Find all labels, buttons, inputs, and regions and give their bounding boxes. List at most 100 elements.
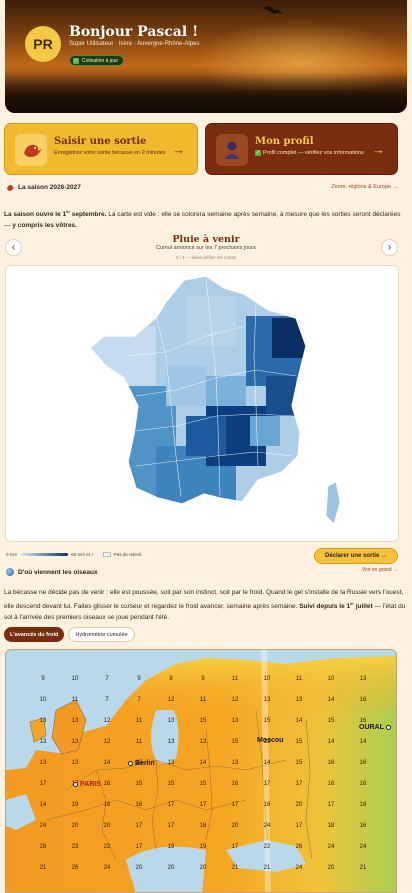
temperature-value: 24 [359, 844, 367, 850]
temperature-value: 20 [327, 865, 335, 871]
check-icon: ✓ [255, 150, 261, 156]
intro-opening: La saison ouvre le 1 [4, 211, 67, 219]
city-paris: PARIS [73, 781, 101, 788]
profile-card[interactable]: Mon profil ✓ Profil complet — vérifiez vo… [205, 123, 398, 175]
legend-gradient [20, 553, 69, 556]
zoom-regions-link[interactable]: Zoom, régions & Europe → [331, 184, 398, 190]
temperature-value: 14 [327, 739, 335, 745]
map-title: Pluie à venir [172, 234, 240, 245]
tab-cold-advance[interactable]: L'avancée du froid [4, 627, 65, 642]
temperature-value: 21 [231, 865, 239, 871]
legend-min: 0 mm [6, 552, 18, 557]
france-rain-map[interactable] [5, 265, 399, 542]
temperature-value: 21 [39, 865, 47, 871]
temperature-value: 13 [231, 718, 239, 724]
birds-paragraph: La bécasse ne décide pas de venir : elle… [4, 587, 406, 623]
temperature-value: 8 [169, 676, 173, 682]
temperature-value: 10 [71, 676, 79, 682]
temperature-value: 15 [295, 739, 303, 745]
temperature-value: 24 [327, 844, 335, 850]
new-outing-title: Saisir une sortie [54, 136, 147, 147]
temperature-value: 11 [71, 697, 79, 703]
temperature-value: 18 [263, 802, 271, 808]
temperature-value: 24 [295, 865, 303, 871]
temperature-value: 14 [295, 718, 303, 724]
map-subtitle: Cumul annoncé sur les 7 prochains jours [156, 245, 256, 251]
temperature-value: 20 [71, 823, 79, 829]
city-marker-icon [73, 782, 78, 787]
temperature-value: 17 [135, 823, 143, 829]
temperature-value: 22 [263, 844, 271, 850]
temperature-value: 17 [231, 802, 239, 808]
user-subtitle: Super Utilisateur · Isère · Auvergne-Rhô… [69, 41, 200, 47]
profile-desc-text: Profil complet — vérifiez vos informatio… [263, 150, 364, 156]
temperature-value: 10 [327, 676, 335, 682]
europe-landmass-svg [6, 650, 396, 892]
temperature-value: 17 [263, 781, 271, 787]
temperature-value: 13 [71, 739, 79, 745]
temperature-value: 14 [199, 760, 207, 766]
temperature-value: 13 [167, 718, 175, 724]
temperature-value: 15 [199, 781, 207, 787]
temperature-value: 13 [39, 739, 47, 745]
temperature-value: 15 [135, 781, 143, 787]
intro-emphasis: y compris les vôtres. [12, 222, 77, 230]
new-outing-card[interactable]: Saisir une sortie Enregistrez votre sort… [4, 123, 198, 175]
temperature-value: 13 [199, 739, 207, 745]
temperature-value: 15 [199, 718, 207, 724]
membership-badge: ✓ Cotisation à jour [69, 55, 125, 66]
temperature-value: 17 [167, 823, 175, 829]
temperature-value: 15 [327, 718, 335, 724]
temperature-value: 20 [167, 865, 175, 871]
birds-tabs: L'avancée du froid Hydrométrie cumulée [4, 627, 135, 642]
season-intro: La saison ouvre le 1er septembre. La car… [4, 206, 406, 231]
temperature-value: 19 [71, 802, 79, 808]
temperature-value: 17 [167, 802, 175, 808]
temperature-value: 14 [327, 697, 335, 703]
temperature-value: 15 [263, 718, 271, 724]
temperature-value: 16 [359, 823, 367, 829]
europe-cold-map[interactable]: 9 10 7 9 8 9 11 10 11 10 13 10 11 7 7 12 11 12 13 13 14 16 13 1… [5, 649, 397, 893]
temperature-value: 16 [327, 781, 335, 787]
temperature-value: 18 [199, 823, 207, 829]
tab-hydrometry[interactable]: Hydrométrie cumulée [68, 627, 135, 642]
woodcock-icon [15, 134, 47, 166]
temperature-value: 12 [103, 718, 111, 724]
birds-july: juillet [353, 603, 373, 611]
temperature-value: 13 [359, 676, 367, 682]
temperature-value: 24 [39, 823, 47, 829]
temperature-value: 14 [263, 760, 271, 766]
city-berlin: Berlin [128, 760, 155, 767]
temperature-value: 9 [201, 676, 205, 682]
temperature-value: 17 [39, 781, 47, 787]
temperature-value: 18 [359, 802, 367, 808]
temperature-value: 13 [71, 760, 79, 766]
temperature-value: 13 [263, 697, 271, 703]
temperature-value: 9 [41, 676, 45, 682]
season-label: La saison 2026-2027 [18, 184, 81, 191]
declare-outing-button[interactable]: Déclarer une sortie → [314, 548, 398, 564]
see-big-link[interactable]: Voir en grand → [362, 567, 398, 573]
temperature-value: 11 [231, 676, 239, 682]
tree-silhouette [5, 73, 407, 113]
corsica-shape [325, 481, 341, 525]
temperature-value: 22 [103, 844, 111, 850]
temperature-value: 14 [103, 760, 111, 766]
temperature-value: 12 [167, 697, 175, 703]
temperature-value: 13 [39, 718, 47, 724]
new-outing-desc: Enregistrez votre sortie bécasse en 2 mi… [54, 150, 166, 156]
hero-banner: PR Bonjour Pascal ! Super Utilisateur · … [5, 0, 407, 113]
temperature-value: 20 [231, 823, 239, 829]
temperature-value: 16 [327, 760, 335, 766]
arrow-right-icon: → [172, 142, 185, 157]
legend-max: 60 mm et + [71, 552, 94, 557]
avatar[interactable]: PR [25, 26, 61, 62]
temperature-value: 13 [71, 718, 79, 724]
city-label: Moscou [257, 737, 284, 744]
arrow-right-icon: → [372, 142, 385, 157]
temperature-value: 20 [199, 865, 207, 871]
temperature-value: 16 [135, 802, 143, 808]
temperature-value: 13 [39, 760, 47, 766]
temperature-value: 16 [359, 760, 367, 766]
user-profile-icon [216, 134, 248, 166]
